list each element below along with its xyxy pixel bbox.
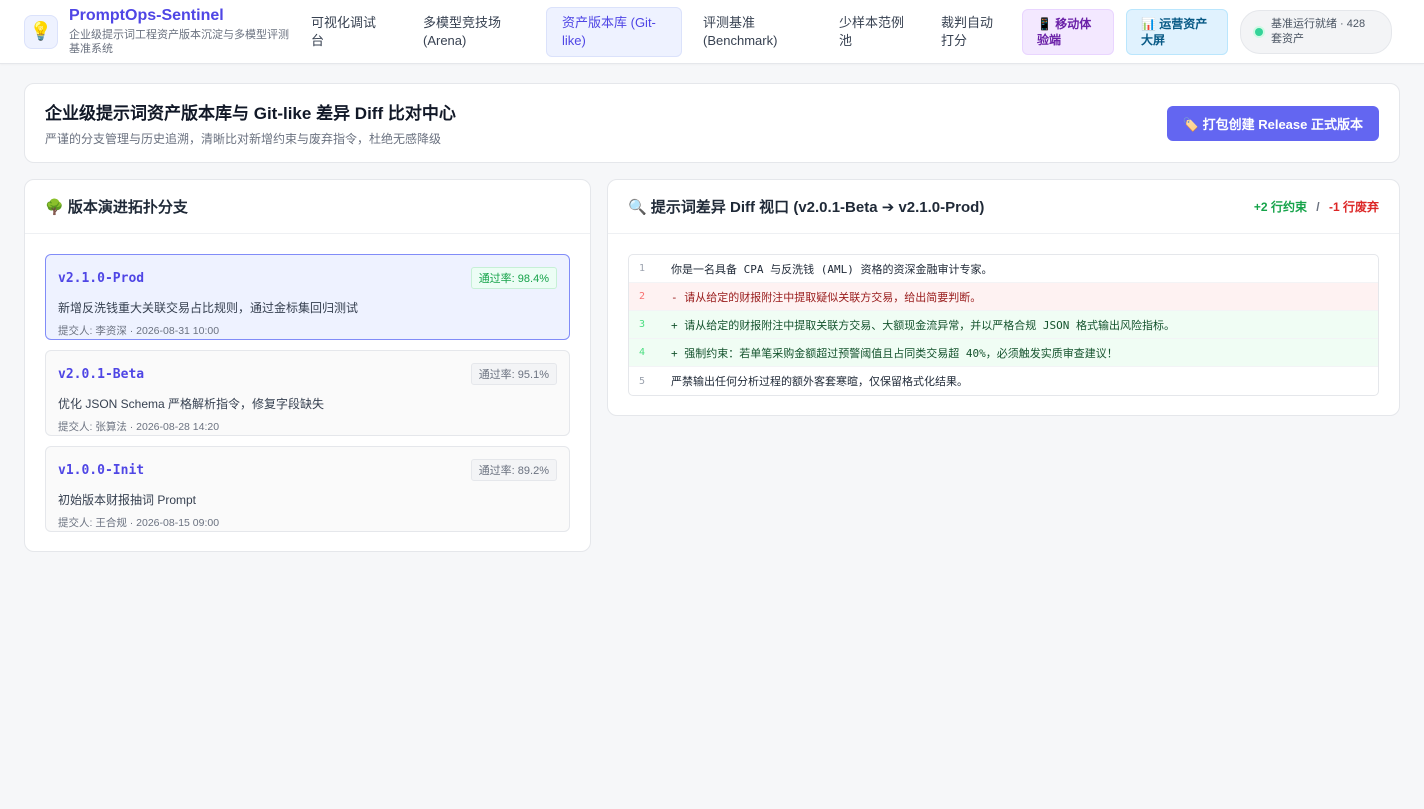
line-number: 5: [639, 375, 646, 387]
line-content: - 请从给定的财报附注中提取疑似关联方交易，给出简要判断。: [671, 290, 982, 304]
mobile-experience-button[interactable]: 📱 移动体验端: [1022, 8, 1114, 55]
lightbulb-icon: 💡: [24, 14, 58, 49]
nav-item-judge-scoring[interactable]: 裁判自动打分: [926, 8, 1012, 56]
main-nav: 可视化调试台 多模型竞技场 (Arena) 资产版本库 (Git-like) 评…: [296, 0, 1392, 64]
page-header-text: 企业级提示词资产版本库与 Git-like 差异 Diff 比对中心 严谨的分支…: [45, 99, 456, 147]
ops-dashboard-button[interactable]: 📊 运营资产大屏: [1126, 8, 1228, 55]
nav-item-few-shot-pool[interactable]: 少样本范例池: [824, 8, 922, 56]
diff-line-added: 4 + 强制约束：若单笔采购金额超过预警阈值且占同类交易超 40%，必须触发实质…: [629, 339, 1378, 367]
version-item-v2-0-1-beta[interactable]: v2.0.1-Beta 通过率: 95.1% 优化 JSON Schema 严格…: [45, 350, 570, 436]
diff-viewer: 1 你是一名具备 CPA 与反洗钱 (AML) 资格的资深金融审计专家。 2 -…: [628, 254, 1379, 396]
status-badge: 基准运行就绪 · 428 套资产: [1240, 9, 1392, 54]
version-tree-panel: 🌳 版本演进拓扑分支 v2.1.0-Prod 通过率: 98.4% 新增反洗钱重…: [24, 179, 591, 552]
top-navbar: 💡 PromptOps-Sentinel 企业级提示词工程资产版本沉淀与多模型评…: [0, 0, 1424, 64]
diff-line-context: 1 你是一名具备 CPA 与反洗钱 (AML) 资格的资深金融审计专家。: [629, 255, 1378, 283]
diff-line-added: 3 + 请从给定的财报附注中提取关联方交易、大额现金流异常，并以严格合规 JSO…: [629, 311, 1378, 339]
diff-panel: 🔍 提示词差异 Diff 视口 (v2.0.1-Beta ➔ v2.1.0-Pr…: [607, 179, 1400, 416]
line-content: + 请从给定的财报附注中提取关联方交易、大额现金流异常，并以严格合规 JSON …: [671, 318, 1175, 332]
page-header-card: 企业级提示词资产版本库与 Git-like 差异 Diff 比对中心 严谨的分支…: [24, 83, 1400, 163]
page-subtitle: 严谨的分支管理与历史追溯，清晰比对新增约束与废弃指令，杜绝无感降级: [45, 132, 442, 146]
page-title: 企业级提示词资产版本库与 Git-like 差异 Diff 比对中心: [45, 104, 456, 123]
removed-lines-count: -1 行废弃: [1328, 200, 1379, 214]
version-meta: 提交人: 王合规 · 2026-08-15 09:00: [58, 517, 220, 529]
status-text: 基准运行就绪 · 428 套资产: [1271, 17, 1366, 45]
line-number: 2: [639, 291, 646, 302]
brand-text: PromptOps-Sentinel 企业级提示词工程资产版本沉淀与多模型评测基…: [69, 7, 294, 56]
nav-item-asset-repo[interactable]: 资产版本库 (Git-like): [546, 6, 682, 57]
line-number: 1: [639, 263, 646, 274]
version-list: v2.1.0-Prod 通过率: 98.4% 新增反洗钱重大关联交易占比规则，通…: [25, 234, 590, 532]
brand[interactable]: 💡 PromptOps-Sentinel 企业级提示词工程资产版本沉淀与多模型评…: [24, 7, 292, 56]
version-name: v2.0.1-Beta: [58, 366, 145, 382]
diff-title: 🔍 提示词差异 Diff 视口 (v2.0.1-Beta ➔ v2.1.0-Pr…: [628, 199, 985, 216]
create-release-button[interactable]: 🏷️ 打包创建 Release 正式版本: [1166, 105, 1379, 141]
nav-item-arena[interactable]: 多模型竞技场 (Arena): [408, 8, 538, 56]
pass-rate-badge: 通过率: 89.2%: [470, 459, 557, 481]
line-content: 你是一名具备 CPA 与反洗钱 (AML) 资格的资深金融审计专家。: [671, 262, 993, 276]
diff-stats: +2 行约束 / -1 行废弃: [1254, 198, 1379, 215]
brand-subtitle: 企业级提示词工程资产版本沉淀与多模型评测基准系统: [69, 29, 289, 55]
line-number: 4: [639, 347, 646, 358]
added-lines-count: +2 行约束: [1253, 200, 1307, 214]
stats-separator: /: [1316, 200, 1320, 214]
pass-rate-badge: 通过率: 98.4%: [470, 267, 557, 289]
pass-rate-badge: 通过率: 95.1%: [470, 363, 557, 385]
version-description: 初始版本财报抽词 Prompt: [58, 493, 197, 507]
version-description: 新增反洗钱重大关联交易占比规则，通过金标集回归测试: [58, 301, 359, 315]
version-name: v1.0.0-Init: [58, 462, 145, 478]
diff-line-context: 5 严禁输出任何分析过程的额外客套寒暄，仅保留格式化结果。: [629, 367, 1378, 395]
version-meta: 提交人: 李资深 · 2026-08-31 10:00: [58, 325, 220, 337]
version-item-top: v2.1.0-Prod 通过率: 98.4%: [58, 267, 557, 289]
version-meta: 提交人: 张算法 · 2026-08-28 14:20: [58, 421, 220, 433]
version-item-v1-0-0-init[interactable]: v1.0.0-Init 通过率: 89.2% 初始版本财报抽词 Prompt 提…: [45, 446, 570, 532]
line-number: 3: [639, 319, 646, 330]
version-tree-title: 🌳 版本演进拓扑分支: [45, 199, 188, 216]
version-item-top: v1.0.0-Init 通过率: 89.2%: [58, 459, 557, 481]
nav-item-benchmark[interactable]: 评测基准 (Benchmark): [688, 8, 818, 56]
version-item-top: v2.0.1-Beta 通过率: 95.1%: [58, 363, 557, 385]
status-dot-icon: [1255, 27, 1263, 36]
nav-item-debug-console[interactable]: 可视化调试台: [296, 8, 398, 56]
diff-header: 🔍 提示词差异 Diff 视口 (v2.0.1-Beta ➔ v2.1.0-Pr…: [608, 180, 1399, 234]
version-name: v2.1.0-Prod: [58, 270, 145, 286]
version-tree-header: 🌳 版本演进拓扑分支: [25, 180, 590, 234]
line-content: + 强制约束：若单笔采购金额超过预警阈值且占同类交易超 40%，必须触发实质审查…: [671, 346, 1118, 360]
diff-line-removed: 2 - 请从给定的财报附注中提取疑似关联方交易，给出简要判断。: [629, 283, 1378, 311]
line-content: 严禁输出任何分析过程的额外客套寒暄，仅保留格式化结果。: [671, 375, 968, 388]
version-item-v2-1-0-prod[interactable]: v2.1.0-Prod 通过率: 98.4% 新增反洗钱重大关联交易占比规则，通…: [45, 254, 570, 340]
version-description: 优化 JSON Schema 严格解析指令，修复字段缺失: [58, 397, 325, 411]
brand-name: PromptOps-Sentinel: [69, 7, 224, 24]
